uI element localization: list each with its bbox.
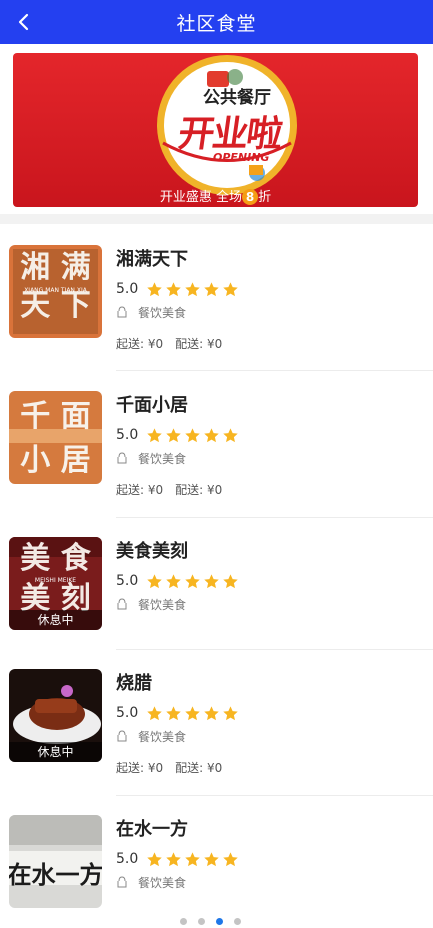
rating: 5.0 (116, 425, 241, 445)
min-order: 起送: ¥0 (116, 761, 164, 775)
star-icon (223, 705, 238, 720)
star-icon (147, 281, 162, 296)
star-icon (185, 427, 200, 442)
rating: 5.0 (116, 279, 241, 299)
category-label: 餐饮美食 (138, 729, 187, 744)
star-icon (147, 705, 162, 720)
rating: 5.0 (116, 703, 241, 723)
star-icon (147, 573, 162, 588)
shop-icon (117, 306, 127, 318)
restaurant-name: 湘满天下 (116, 249, 188, 270)
category: 餐饮美食 (116, 873, 186, 891)
rating-score: 5.0 (116, 851, 139, 867)
rating: 5.0 (116, 571, 241, 591)
fee-info: 起送: ¥0 配送: ¥0 (116, 759, 222, 776)
star-icon (204, 427, 219, 442)
delivery-fee: 配送: ¥0 (175, 337, 223, 351)
banner-headline: 开业啦 (175, 114, 284, 155)
rating: 5.0 (116, 849, 241, 869)
star-icon (223, 851, 238, 866)
fee-info: 起送: ¥0 配送: ¥0 (116, 481, 222, 498)
restaurant-thumbnail: 在水一方 (9, 815, 102, 908)
star-icon (204, 573, 219, 588)
item-divider (116, 649, 433, 650)
restaurant-name: 在水一方 (116, 819, 188, 840)
star-icon (166, 573, 181, 588)
min-order: 起送: ¥0 (116, 337, 164, 351)
star-icon (166, 281, 181, 296)
thumb-subtitle: XIANG MAN TIAN XIA (24, 287, 87, 294)
restaurant-item[interactable]: 湘 满天 下 XIANG MAN TIAN XIA 湘满天下 5.0 餐饮美食 … (0, 245, 433, 391)
category-label: 餐饮美食 (138, 451, 187, 466)
thumb-sign: 在水一方 (9, 861, 102, 889)
category: 餐饮美食 (116, 303, 186, 321)
page-dot[interactable] (234, 918, 241, 925)
category-label: 餐饮美食 (138, 305, 187, 320)
section-divider (0, 214, 433, 224)
category: 餐饮美食 (116, 727, 186, 745)
resting-badge: 休息中 (9, 742, 102, 762)
shop-icon (117, 598, 127, 610)
star-icon (204, 851, 219, 866)
page-dot[interactable] (198, 918, 205, 925)
banner-caption-pre: 开业盛惠 全场 (159, 190, 243, 205)
banner-caption-post: 折 (258, 190, 272, 205)
pagination-dots (180, 918, 252, 926)
banner-opening: OPENING (213, 151, 270, 164)
top-bar: 社区食堂 (0, 0, 433, 44)
item-divider (116, 370, 433, 371)
discount-badge: 8 (242, 189, 259, 205)
star-icon (185, 705, 200, 720)
rating-score: 5.0 (116, 281, 139, 297)
restaurant-thumbnail: 湘 满天 下 XIANG MAN TIAN XIA (9, 245, 102, 338)
min-order: 起送: ¥0 (116, 483, 164, 497)
star-icon (223, 573, 238, 588)
rating-score: 5.0 (116, 705, 139, 721)
star-icon (185, 851, 200, 866)
delivery-fee: 配送: ¥0 (175, 483, 223, 497)
delivery-fee: 配送: ¥0 (175, 761, 223, 775)
star-icon (204, 281, 219, 296)
star-icon (223, 427, 238, 442)
page-dot-active[interactable] (216, 918, 223, 925)
star-icon (223, 281, 238, 296)
restaurant-item[interactable]: 休息中 烧腊 5.0 餐饮美食 起送: ¥0 配送: ¥0 (0, 669, 433, 815)
star-icon (166, 705, 181, 720)
promo-banner[interactable]: 公共餐厅 开业啦 OPENING 开业盛惠 全场 8 折 (13, 53, 418, 207)
rating-score: 5.0 (116, 427, 139, 443)
star-icon (166, 851, 181, 866)
star-icon (147, 427, 162, 442)
thumb-sign: 千 面小 居 (20, 399, 91, 478)
restaurant-thumbnail: 美 食美 刻 MEISHI MEIKE 休息中 (9, 537, 102, 630)
shop-icon (117, 730, 127, 742)
restaurant-item[interactable]: 在水一方 在水一方 5.0 餐饮美食 (0, 815, 433, 920)
resting-badge: 休息中 (9, 610, 102, 630)
item-divider (116, 795, 433, 796)
item-divider (116, 517, 433, 518)
restaurant-item[interactable]: 美 食美 刻 MEISHI MEIKE 休息中 美食美刻 5.0 餐饮美食 (0, 537, 433, 683)
page-title: 社区食堂 (176, 13, 257, 35)
banner-caption: 开业盛惠 全场 8 折 (13, 186, 418, 205)
star-icon (185, 573, 200, 588)
category: 餐饮美食 (116, 595, 186, 613)
restaurant-name: 美食美刻 (116, 541, 188, 562)
fee-info: 起送: ¥0 配送: ¥0 (116, 335, 222, 352)
restaurant-item[interactable]: 千 面小 居 千面小居 5.0 餐饮美食 起送: ¥0 配送: ¥0 (0, 391, 433, 537)
restaurant-name: 烧腊 (116, 673, 152, 694)
category-label: 餐饮美食 (138, 597, 187, 612)
category: 餐饮美食 (116, 449, 186, 467)
star-icon (166, 427, 181, 442)
star-icon (147, 851, 162, 866)
rating-score: 5.0 (116, 573, 139, 589)
restaurant-thumbnail: 休息中 (9, 669, 102, 762)
shop-icon (117, 876, 127, 888)
page-dot[interactable] (180, 918, 187, 925)
restaurant-name: 千面小居 (116, 395, 188, 416)
star-icon (204, 705, 219, 720)
restaurant-thumbnail: 千 面小 居 (9, 391, 102, 484)
thumb-subtitle: MEISHI MEIKE (34, 577, 77, 584)
category-label: 餐饮美食 (138, 875, 187, 890)
shop-icon (117, 452, 127, 464)
star-icon (185, 281, 200, 296)
